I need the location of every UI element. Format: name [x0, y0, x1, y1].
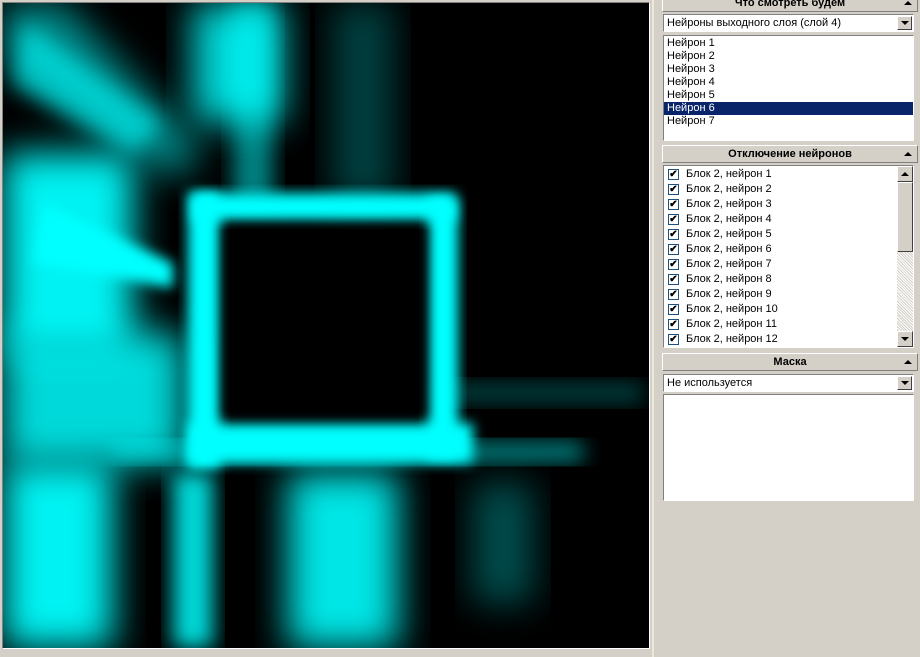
check-mark-icon: ✔	[669, 243, 678, 255]
checkbox[interactable]: ✔	[668, 184, 679, 195]
collapse-arrow-icon[interactable]	[902, 354, 914, 370]
checkbox-label: Блок 2, нейрон 6	[686, 243, 772, 255]
scroll-thumb[interactable]	[897, 182, 913, 252]
neuron-checkbox-row[interactable]: ✔ Блок 2, нейрон 1	[664, 167, 913, 182]
checkbox[interactable]: ✔	[668, 214, 679, 225]
checkbox[interactable]: ✔	[668, 229, 679, 240]
neuron-checkbox-row[interactable]: ✔ Блок 2, нейрон 6	[664, 242, 913, 257]
checkbox-label: Блок 2, нейрон 7	[686, 258, 772, 270]
checkbox-label: Блок 2, нейрон 5	[686, 228, 772, 240]
checkbox-label: Блок 2, нейрон 8	[686, 273, 772, 285]
neuron-checkbox-row[interactable]: ✔ Блок 2, нейрон 4	[664, 212, 913, 227]
section-header-view[interactable]: Что смотреть будем	[662, 0, 918, 12]
neuron-list-item[interactable]: Нейрон 3	[664, 63, 913, 76]
check-mark-icon: ✔	[669, 213, 678, 225]
collapse-arrow-icon[interactable]	[902, 0, 914, 11]
checkbox[interactable]: ✔	[668, 199, 679, 210]
checkbox-label: Блок 2, нейрон 3	[686, 198, 772, 210]
checkbox[interactable]: ✔	[668, 274, 679, 285]
collapse-arrow-icon[interactable]	[902, 146, 914, 162]
check-mark-icon: ✔	[669, 273, 678, 285]
neuron-checkbox-row[interactable]: ✔ Блок 2, нейрон 7	[664, 257, 913, 272]
neuron-checkbox-row[interactable]: ✔ Блок 2, нейрон 9	[664, 287, 913, 302]
check-mark-icon: ✔	[669, 333, 678, 345]
neuron-checkbox-row[interactable]: ✔ Блок 2, нейрон 5	[664, 227, 913, 242]
checkbox[interactable]: ✔	[668, 289, 679, 300]
neuron-checkbox-row[interactable]: ✔ Блок 2, нейрон 2	[664, 182, 913, 197]
mask-select[interactable]: Не используется	[663, 374, 914, 392]
neuron-activation-canvas	[2, 2, 650, 649]
layer-select-value: Нейроны выходного слоя (слой 4)	[667, 17, 842, 29]
neuron-list-item[interactable]: Нейрон 5	[664, 89, 913, 102]
dropdown-arrow-icon[interactable]	[897, 16, 912, 30]
neuron-list[interactable]: Нейрон 1 Нейрон 2 Нейрон 3 Нейрон 4 Нейрон 5…	[663, 35, 914, 141]
section-title-mask: Маска	[773, 356, 807, 368]
disable-neuron-checklist[interactable]: ✔ Блок 2, нейрон 1 ✔ Блок 2, нейрон 2 ✔ Блок …	[663, 165, 914, 348]
checklist-items: ✔ Блок 2, нейрон 1 ✔ Блок 2, нейрон 2 ✔ Блок …	[664, 166, 913, 347]
checkbox[interactable]: ✔	[668, 259, 679, 270]
check-mark-icon: ✔	[669, 198, 678, 210]
section-title-view: Что смотреть будем	[734, 0, 846, 9]
neuron-visualization-panel	[0, 0, 652, 653]
checkbox[interactable]: ✔	[668, 334, 679, 345]
dropdown-arrow-icon[interactable]	[897, 376, 912, 390]
checkbox[interactable]: ✔	[668, 319, 679, 330]
neuron-list-item[interactable]: Нейрон 2	[664, 50, 913, 63]
neuron-list-item[interactable]: Нейрон 1	[664, 37, 913, 50]
section-header-disable[interactable]: Отключение нейронов	[662, 145, 918, 163]
section-header-mask[interactable]: Маска	[662, 353, 918, 371]
control-panel: Что смотреть будем Нейроны выходного сло…	[652, 0, 920, 657]
neuron-list-items: Нейрон 1 Нейрон 2 Нейрон 3 Нейрон 4 Нейрон 5…	[664, 37, 913, 128]
neuron-list-item[interactable]: Нейрон 7	[664, 115, 913, 128]
check-mark-icon: ✔	[669, 228, 678, 240]
check-mark-icon: ✔	[669, 303, 678, 315]
scroll-up-button[interactable]	[897, 166, 913, 182]
checkbox-label: Блок 2, нейрон 9	[686, 288, 772, 300]
neuron-checkbox-row[interactable]: ✔ Блок 2, нейрон 8	[664, 272, 913, 287]
checkbox-label: Блок 2, нейрон 2	[686, 183, 772, 195]
checkbox-label: Блок 2, нейрон 10	[686, 303, 778, 315]
section-title-disable: Отключение нейронов	[728, 148, 852, 160]
neuron-checkbox-row[interactable]: ✔ Блок 2, нейрон 12	[664, 332, 913, 347]
neuron-list-item[interactable]: Нейрон 6	[664, 102, 913, 115]
checkbox-label: Блок 2, нейрон 11	[686, 318, 777, 330]
scroll-down-button[interactable]	[897, 331, 913, 347]
checkbox-label: Блок 2, нейрон 12	[686, 333, 778, 345]
check-mark-icon: ✔	[669, 288, 678, 300]
check-mark-icon: ✔	[669, 183, 678, 195]
neuron-checkbox-row[interactable]: ✔ Блок 2, нейрон 3	[664, 197, 913, 212]
check-mark-icon: ✔	[669, 318, 678, 330]
neuron-checkbox-row[interactable]: ✔ Блок 2, нейрон 11	[664, 317, 913, 332]
check-mark-icon: ✔	[669, 258, 678, 270]
checkbox[interactable]: ✔	[668, 169, 679, 180]
checkbox[interactable]: ✔	[668, 304, 679, 315]
check-mark-icon: ✔	[669, 168, 678, 180]
checklist-scrollbar[interactable]	[897, 166, 913, 347]
mask-select-value: Не используется	[667, 377, 753, 389]
checkbox[interactable]: ✔	[668, 244, 679, 255]
checkbox-label: Блок 2, нейрон 4	[686, 213, 772, 225]
layer-select[interactable]: Нейроны выходного слоя (слой 4)	[663, 14, 914, 32]
neuron-list-item[interactable]: Нейрон 4	[664, 76, 913, 89]
activation-image	[3, 3, 649, 648]
mask-preview-area	[663, 394, 914, 501]
checkbox-label: Блок 2, нейрон 1	[686, 168, 772, 180]
neuron-checkbox-row[interactable]: ✔ Блок 2, нейрон 10	[664, 302, 913, 317]
